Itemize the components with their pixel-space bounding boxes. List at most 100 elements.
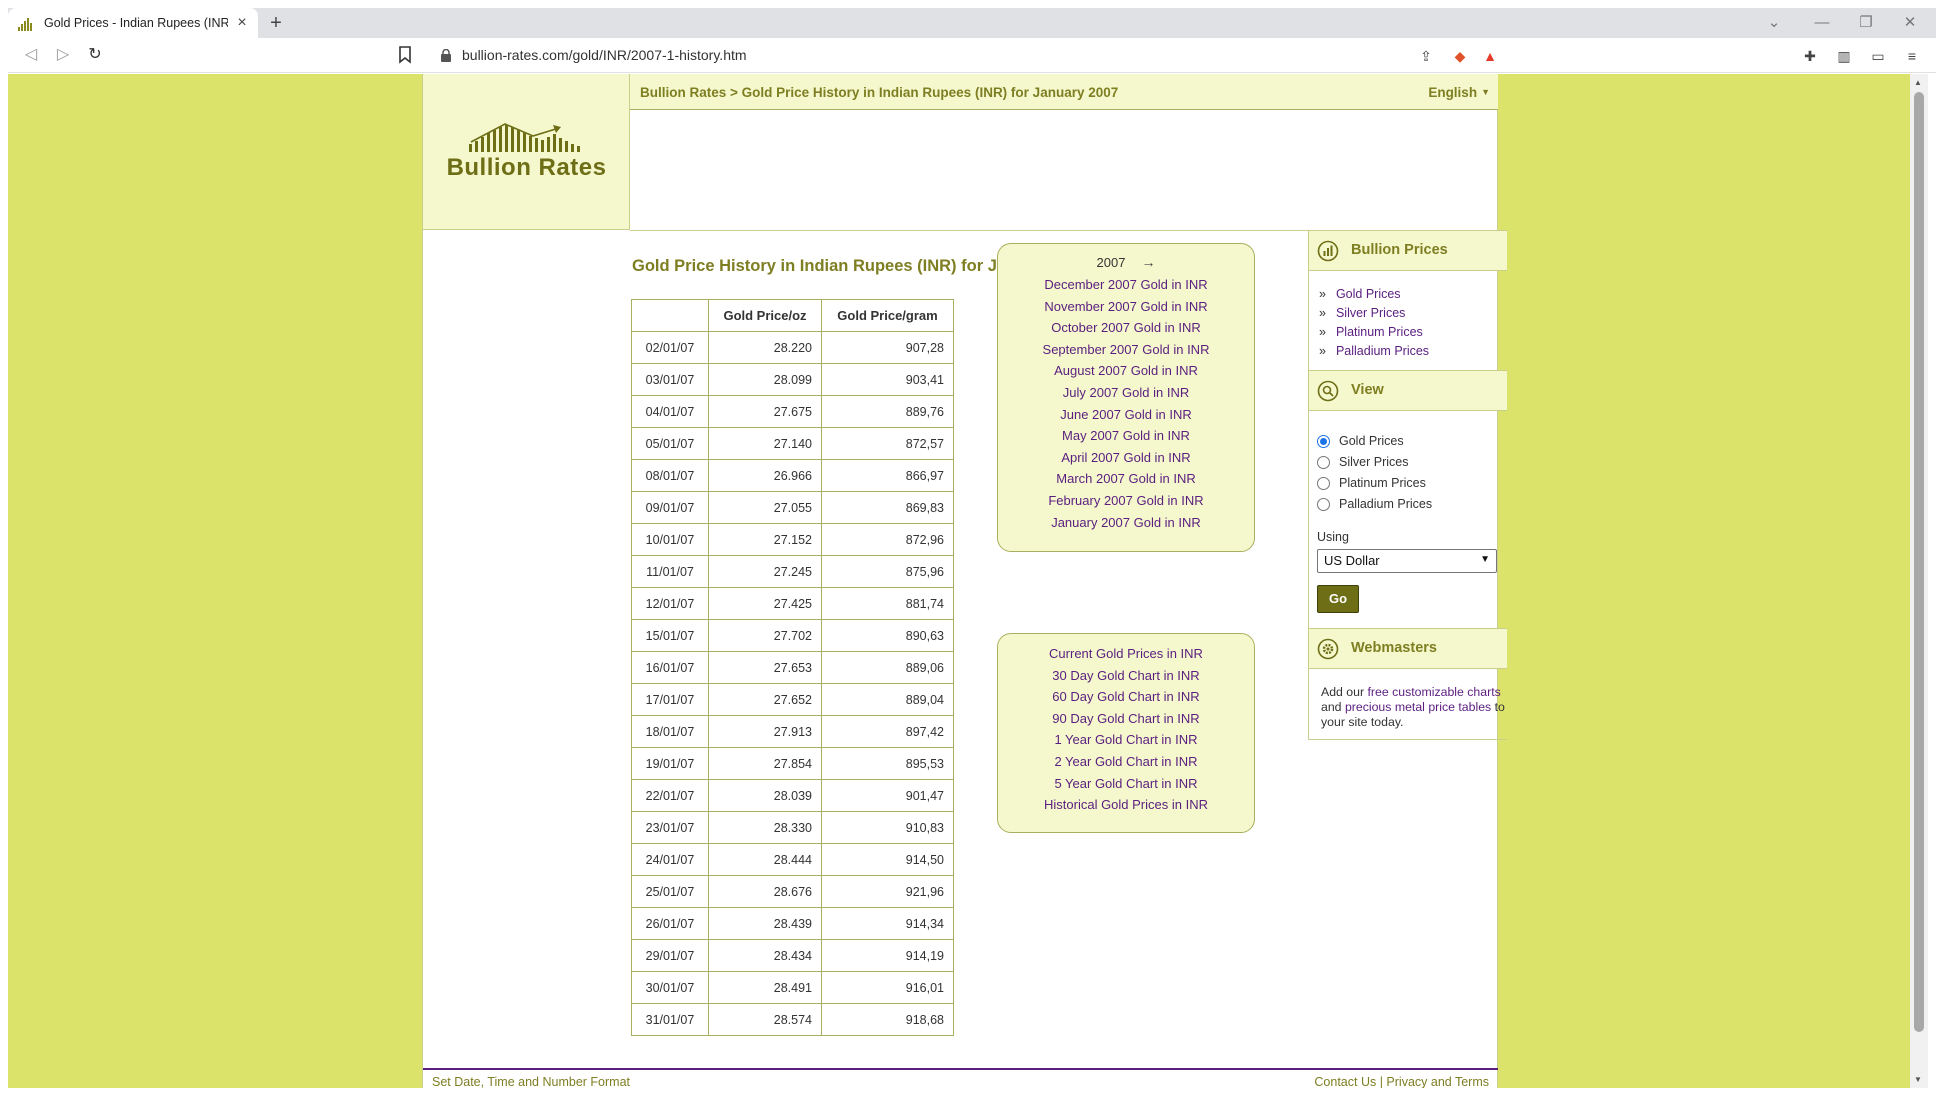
- sidebar-link-silver[interactable]: » Silver Prices: [1319, 306, 1405, 320]
- price-gram-cell: 897,42: [821, 715, 954, 748]
- price-tables-link[interactable]: precious metal price tables: [1345, 700, 1491, 714]
- view-heading-box: View: [1309, 370, 1507, 411]
- month-link[interactable]: July 2007 Gold in INR: [998, 382, 1254, 404]
- web-text-part: and: [1321, 700, 1345, 714]
- view-option-platinum[interactable]: Platinum Prices: [1317, 476, 1426, 490]
- minimize-icon[interactable]: —: [1812, 13, 1832, 33]
- price-oz-column-header: Gold Price/oz: [708, 299, 822, 332]
- month-link[interactable]: May 2007 Gold in INR: [998, 425, 1254, 447]
- table-row: 08/01/07 26.966 866,97: [631, 459, 954, 492]
- chart-link[interactable]: 60 Day Gold Chart in INR: [998, 686, 1254, 708]
- price-gram-cell: 889,76: [821, 395, 954, 428]
- date-cell: 05/01/07: [631, 427, 709, 460]
- price-gram-cell: 918,68: [821, 1003, 954, 1036]
- back-icon[interactable]: ◁: [20, 44, 42, 66]
- price-gram-cell: 910,83: [821, 811, 954, 844]
- month-link[interactable]: April 2007 Gold in INR: [998, 447, 1254, 469]
- table-row: 30/01/07 28.491 916,01: [631, 971, 954, 1004]
- scroll-up-icon[interactable]: ▲: [1914, 78, 1922, 87]
- view-option-gold[interactable]: Gold Prices: [1317, 434, 1404, 448]
- sidebar-link-platinum[interactable]: » Platinum Prices: [1319, 325, 1423, 339]
- wallet-icon[interactable]: ▭: [1868, 46, 1888, 66]
- radio[interactable]: [1317, 497, 1330, 511]
- chart-link[interactable]: Current Gold Prices in INR: [998, 643, 1254, 665]
- month-link[interactable]: March 2007 Gold in INR: [998, 468, 1254, 490]
- price-gram-cell: 907,28: [821, 331, 954, 364]
- go-button[interactable]: Go: [1317, 585, 1359, 613]
- sidebar-icon[interactable]: ▥: [1834, 46, 1854, 66]
- price-oz-cell: 27.653: [708, 651, 822, 684]
- close-tab-icon[interactable]: ×: [234, 15, 250, 31]
- close-window-icon[interactable]: ✕: [1900, 13, 1920, 33]
- brave-rewards-icon[interactable]: ▲: [1480, 46, 1500, 66]
- address-bar: ◁ ▷ ↻ bullion-rates.com/gold/INR/2007-1-…: [8, 38, 1936, 73]
- month-link[interactable]: January 2007 Gold in INR: [998, 512, 1254, 534]
- year-row: 2007 →: [998, 254, 1254, 274]
- bookmark-icon[interactable]: [398, 46, 412, 64]
- free-charts-link[interactable]: free customizable charts: [1368, 685, 1501, 699]
- scroll-down-icon[interactable]: ▼: [1914, 1075, 1922, 1084]
- table-row: 18/01/07 27.913 897,42: [631, 715, 954, 748]
- month-link[interactable]: February 2007 Gold in INR: [998, 490, 1254, 512]
- view-option-palladium[interactable]: Palladium Prices: [1317, 497, 1432, 511]
- share-icon[interactable]: ⇪: [1416, 46, 1436, 66]
- price-oz-cell: 26.966: [708, 459, 822, 492]
- scroll-thumb[interactable]: [1914, 92, 1924, 1032]
- brave-shields-icon[interactable]: ◆: [1450, 46, 1470, 66]
- month-link[interactable]: November 2007 Gold in INR: [998, 296, 1254, 318]
- month-link[interactable]: August 2007 Gold in INR: [998, 360, 1254, 382]
- forward-icon[interactable]: ▷: [52, 44, 74, 66]
- lock-icon[interactable]: [440, 49, 452, 62]
- sidebar: Bullion Prices » Gold Prices » Silver Pric…: [1308, 230, 1507, 740]
- table-row: 25/01/07 28.676 921,96: [631, 875, 954, 908]
- table-row: 05/01/07 27.140 872,57: [631, 427, 954, 460]
- menu-icon[interactable]: ≡: [1902, 46, 1922, 66]
- page-container: Bullion Rates Bullion Rates > Gold Price…: [422, 74, 1507, 1088]
- view-option-silver[interactable]: Silver Prices: [1317, 455, 1408, 469]
- price-oz-cell: 27.913: [708, 715, 822, 748]
- language-selector[interactable]: English ▼: [1428, 85, 1490, 100]
- date-cell: 25/01/07: [631, 875, 709, 908]
- month-link[interactable]: December 2007 Gold in INR: [998, 274, 1254, 296]
- reload-icon[interactable]: ↻: [84, 44, 106, 66]
- extensions-icon[interactable]: ✚: [1800, 46, 1820, 66]
- chart-link[interactable]: 5 Year Gold Chart in INR: [998, 773, 1254, 795]
- month-link[interactable]: October 2007 Gold in INR: [998, 317, 1254, 339]
- currency-select[interactable]: US Dollar ▼: [1317, 549, 1497, 573]
- vertical-scrollbar[interactable]: ▲ ▼: [1910, 74, 1928, 1088]
- date-cell: 12/01/07: [631, 587, 709, 620]
- month-link[interactable]: September 2007 Gold in INR: [998, 339, 1254, 361]
- date-cell: 17/01/07: [631, 683, 709, 716]
- chevron-down-icon: ▼: [1480, 554, 1490, 565]
- chart-link[interactable]: 30 Day Gold Chart in INR: [998, 665, 1254, 687]
- sidebar-link-palladium[interactable]: » Palladium Prices: [1319, 344, 1429, 358]
- url-text[interactable]: bullion-rates.com/gold/INR/2007-1-histor…: [462, 47, 747, 63]
- new-tab-icon[interactable]: +: [266, 13, 286, 34]
- contact-privacy-links[interactable]: Contact Us | Privacy and Terms: [1314, 1075, 1489, 1088]
- browser-tab[interactable]: Gold Prices - Indian Rupees (INR) ×: [8, 8, 258, 38]
- date-cell: 09/01/07: [631, 491, 709, 524]
- set-format-link[interactable]: Set Date, Time and Number Format: [432, 1075, 630, 1088]
- chart-link[interactable]: 1 Year Gold Chart in INR: [998, 729, 1254, 751]
- radio[interactable]: [1317, 455, 1330, 469]
- logo[interactable]: Bullion Rates: [423, 74, 630, 230]
- chart-link[interactable]: Historical Gold Prices in INR: [998, 794, 1254, 816]
- restore-icon[interactable]: ❐: [1856, 13, 1876, 33]
- price-oz-cell: 27.245: [708, 555, 822, 588]
- chart-link[interactable]: 2 Year Gold Chart in INR: [998, 751, 1254, 773]
- radio-selected[interactable]: [1317, 434, 1330, 448]
- next-year-arrow-icon[interactable]: →: [1141, 254, 1155, 270]
- date-cell: 18/01/07: [631, 715, 709, 748]
- chart-link[interactable]: 90 Day Gold Chart in INR: [998, 708, 1254, 730]
- radio[interactable]: [1317, 476, 1330, 490]
- sidebar-link-gold[interactable]: » Gold Prices: [1319, 287, 1401, 301]
- breadcrumb[interactable]: Bullion Rates > Gold Price History in In…: [640, 85, 1118, 100]
- date-cell: 08/01/07: [631, 459, 709, 492]
- price-oz-cell: 27.702: [708, 619, 822, 652]
- month-link[interactable]: June 2007 Gold in INR: [998, 404, 1254, 426]
- tab-search-icon[interactable]: ⌄: [1764, 13, 1784, 33]
- date-cell: 24/01/07: [631, 843, 709, 876]
- bullion-prices-heading: Bullion Prices: [1351, 242, 1448, 258]
- browser-window: Gold Prices - Indian Rupees (INR) × + ⌄ …: [0, 0, 1936, 1096]
- price-gram-cell: 869,83: [821, 491, 954, 524]
